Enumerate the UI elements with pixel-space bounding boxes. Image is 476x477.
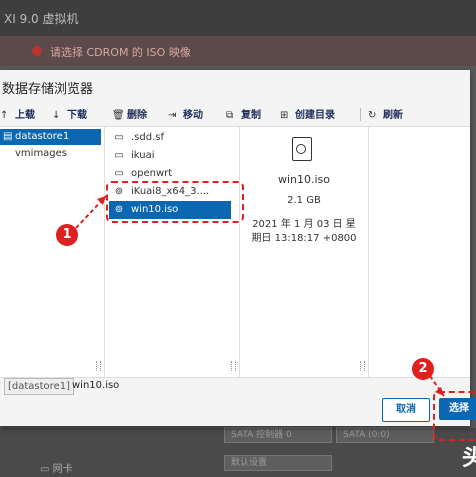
step-badge-1: 1: [56, 224, 78, 246]
arrow-2-head: [435, 387, 444, 396]
step-badge-2: 2: [412, 358, 434, 380]
arrow-1-head: [97, 196, 106, 205]
